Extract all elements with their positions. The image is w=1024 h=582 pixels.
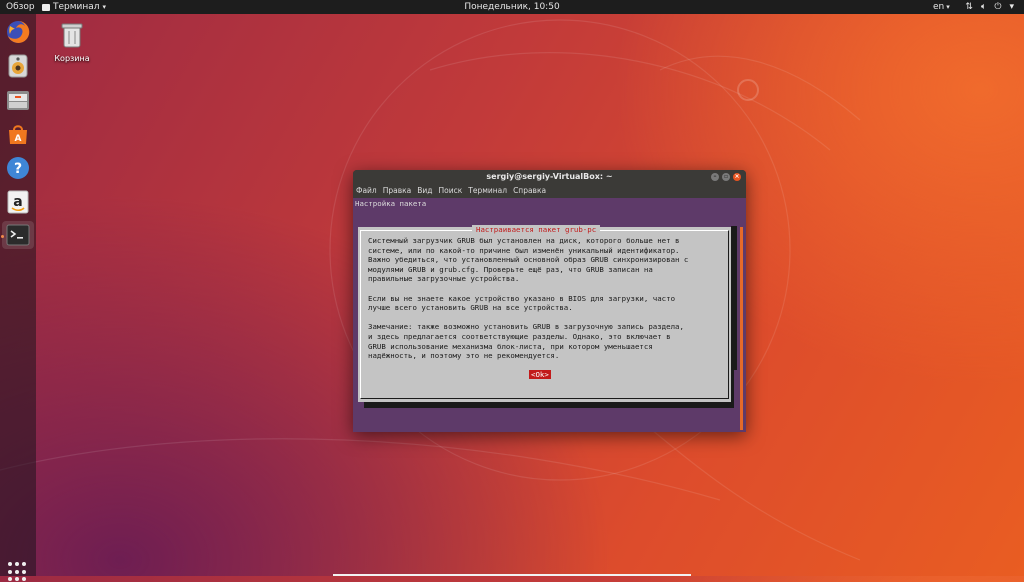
- minimize-icon[interactable]: –: [711, 173, 719, 181]
- menu-file[interactable]: Файл: [356, 184, 377, 198]
- firefox-icon: [7, 20, 30, 43]
- terminal-window[interactable]: sergiy@sergiy-VirtualBox: ~ – ▫ × Файл П…: [353, 170, 746, 432]
- running-indicator: [1, 235, 4, 238]
- dock: A ? a: [0, 14, 36, 582]
- terminal-scrollbar[interactable]: [740, 227, 743, 430]
- close-icon[interactable]: ×: [733, 173, 741, 181]
- amazon-icon: a: [7, 190, 29, 214]
- volume-icon: 🔈︎: [980, 2, 987, 12]
- chevron-down-icon: ▾: [946, 3, 950, 11]
- dialog-title: Настраивается пакет grub-pc: [472, 225, 601, 234]
- file-cabinet-icon: [7, 91, 29, 110]
- show-applications-button[interactable]: [8, 562, 28, 582]
- speaker-icon: [8, 54, 28, 78]
- menu-view[interactable]: Вид: [417, 184, 432, 198]
- rhythmbox-launcher[interactable]: [4, 52, 32, 80]
- amazon-launcher[interactable]: a: [4, 188, 32, 216]
- chevron-down-icon: ▾: [1009, 2, 1014, 12]
- grub-config-dialog: Настраивается пакет grub-pc Системный за…: [358, 225, 731, 402]
- svg-text:?: ?: [14, 161, 22, 177]
- svg-text:A: A: [15, 134, 22, 144]
- trash-label: Корзина: [54, 54, 90, 63]
- trash-desktop-icon[interactable]: Корзина: [54, 22, 90, 63]
- maximize-icon[interactable]: ▫: [722, 173, 730, 181]
- top-bar: Обзор Терминал ▾ Понедельник, 10:50 en ▾…: [0, 0, 1024, 14]
- menu-edit[interactable]: Правка: [383, 184, 412, 198]
- menu-search[interactable]: Поиск: [439, 184, 463, 198]
- ok-button[interactable]: <Ok>: [529, 370, 551, 379]
- svg-text:a: a: [13, 194, 22, 210]
- language-selector[interactable]: en ▾: [933, 0, 950, 14]
- menu-terminal[interactable]: Терминал: [468, 184, 507, 198]
- terminal-menubar: Файл Правка Вид Поиск Терминал Справка: [353, 184, 746, 198]
- menu-help[interactable]: Справка: [513, 184, 546, 198]
- software-launcher[interactable]: A: [4, 120, 32, 148]
- files-launcher[interactable]: [4, 86, 32, 114]
- firefox-launcher[interactable]: [4, 18, 32, 46]
- package-config-header: Настройка пакета: [355, 199, 427, 208]
- help-launcher[interactable]: ?: [4, 154, 32, 182]
- clock[interactable]: Понедельник, 10:50: [0, 0, 1024, 14]
- shopping-bag-icon: A: [9, 125, 27, 144]
- trash-icon: [61, 23, 83, 48]
- network-icon: ⇅: [965, 2, 973, 12]
- power-icon: ⏻: [994, 2, 1002, 12]
- system-menu[interactable]: ⇅ 🔈︎ ⏻ ▾: [965, 0, 1014, 14]
- terminal-launcher[interactable]: [2, 221, 34, 249]
- help-icon: ?: [7, 157, 29, 179]
- language-label: en: [933, 2, 945, 12]
- terminal-content[interactable]: Настройка пакета Настраивается пакет gru…: [353, 198, 746, 432]
- window-title: sergiy@sergiy-VirtualBox: ~: [486, 172, 613, 181]
- window-titlebar[interactable]: sergiy@sergiy-VirtualBox: ~ – ▫ ×: [353, 170, 746, 184]
- dialog-message: Системный загрузчик GRUB был установлен …: [368, 236, 689, 361]
- terminal-icon: [6, 224, 30, 246]
